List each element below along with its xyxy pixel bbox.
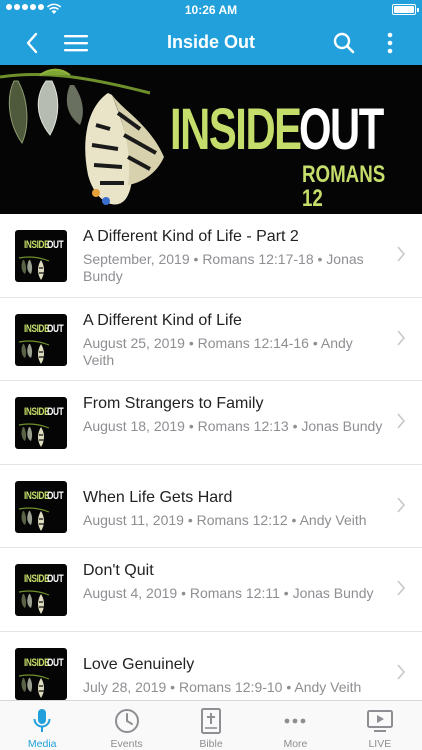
sermon-meta: September, 2019 • Romans 12:17-18 • Jona…	[83, 251, 364, 284]
list-item[interactable]: INSIDE OUT Don't Quit August 4, 2019 • Ro…	[0, 548, 422, 632]
search-icon	[333, 32, 355, 54]
sermon-thumbnail: INSIDE OUT	[15, 480, 67, 533]
banner-title-out: OUT	[299, 97, 384, 162]
sermon-meta: August 25, 2019 • Romans 12:14-16 • Andy…	[83, 334, 353, 368]
chevron-right-icon	[397, 413, 406, 429]
tab-bible[interactable]: Bible	[169, 701, 253, 750]
sermon-meta: August 11, 2019 • Romans 12:12 • Andy Ve…	[83, 511, 367, 528]
list-item[interactable]: INSIDE OUT From Strangers to Family Augus…	[0, 381, 422, 465]
tab-media[interactable]: Media	[0, 701, 84, 750]
vertical-ellipsis-icon	[387, 32, 393, 54]
tab-label: LIVE	[368, 738, 392, 750]
chevron-right-icon	[397, 246, 406, 262]
chevron-right-icon	[397, 580, 406, 596]
list-item[interactable]: INSIDE OUT A Different Kind of Life Augus…	[0, 298, 422, 382]
sermon-title: A Different Kind of Life - Part 2	[83, 228, 299, 245]
chevron-right-icon	[397, 330, 406, 346]
tab-label: Bible	[199, 738, 223, 750]
more-options-button[interactable]	[374, 27, 406, 59]
status-time: 10:26 AM	[184, 3, 238, 17]
sermon-meta: July 28, 2019 • Romans 12:9-10 • Andy Ve…	[83, 678, 362, 695]
sermon-title: A Different Kind of Life	[83, 311, 242, 329]
nav-bar: Inside Out	[0, 20, 422, 65]
sermon-title: Don't Quit	[83, 562, 154, 580]
tab-more[interactable]: More	[253, 701, 337, 750]
butterfly-illustration	[0, 68, 164, 205]
tab-label: Media	[27, 738, 57, 750]
search-button[interactable]	[328, 27, 360, 59]
chevron-right-icon	[397, 664, 406, 680]
live-tv-icon	[366, 710, 393, 732]
clock-icon	[114, 709, 139, 733]
sermon-title: From Strangers to Family	[83, 395, 264, 413]
banner-title-inside: INSIDE	[170, 97, 302, 162]
banner-subtitle: ROMANS 12	[302, 161, 386, 212]
status-bar: 10:26 AM	[0, 0, 422, 20]
microphone-icon	[33, 709, 51, 732]
sermon-thumbnail: INSIDE OUT	[15, 564, 67, 617]
list-item[interactable]: INSIDE OUT When Life Gets Hard August 11,…	[0, 465, 422, 549]
sermon-thumbnail: INSIDE OUT	[15, 313, 67, 366]
ellipsis-icon	[285, 718, 306, 724]
tab-label: More	[283, 738, 308, 750]
series-banner: INSIDE OUT ROMANS 12	[0, 65, 422, 214]
tab-bar: Media Events Bible More LIVE	[0, 700, 422, 750]
chevron-right-icon	[397, 497, 406, 513]
tab-events[interactable]: Events	[84, 701, 168, 750]
bible-icon	[201, 708, 222, 734]
sermon-thumbnail: INSIDE OUT	[15, 230, 67, 282]
sermon-thumbnail: INSIDE OUT	[15, 647, 67, 700]
battery-icon	[392, 4, 419, 15]
sermon-title: When Life Gets Hard	[83, 488, 233, 506]
tab-live[interactable]: LIVE	[338, 701, 422, 750]
tab-label: Events	[110, 738, 143, 750]
list-item[interactable]: INSIDE OUT A Different Kind of Life - Par…	[0, 214, 422, 298]
sermon-list: INSIDE OUT A Different Kind of Life - Par…	[0, 214, 422, 716]
sermon-meta: August 18, 2019 • Romans 12:13 • Jonas B…	[83, 418, 383, 435]
sermon-title: Love Genuinely	[83, 655, 195, 673]
sermon-meta: August 4, 2019 • Romans 12:11 • Jonas Bu…	[83, 585, 374, 602]
sermon-thumbnail: INSIDE OUT	[15, 397, 67, 450]
